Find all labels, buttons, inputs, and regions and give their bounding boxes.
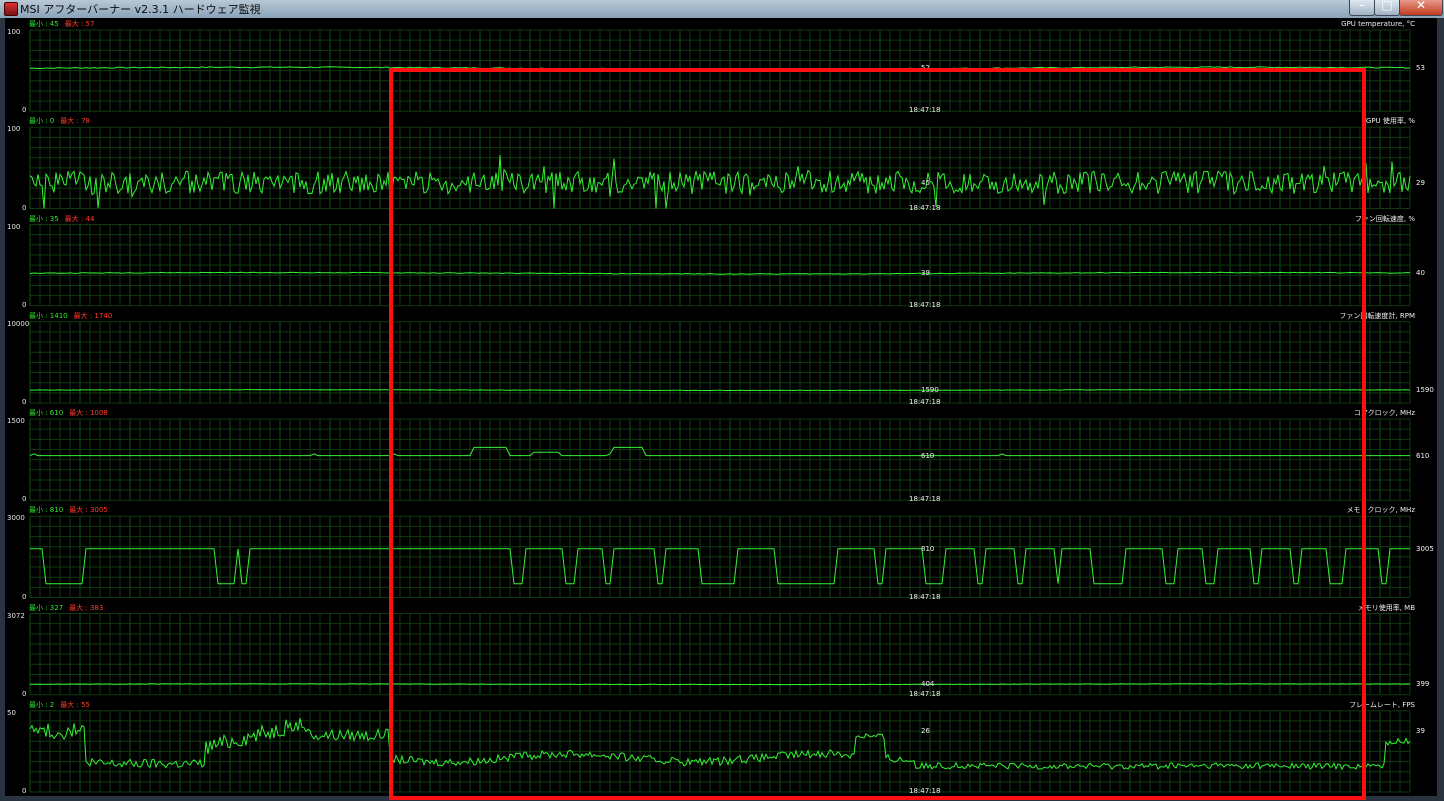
y-axis-max-label: 50 <box>7 708 16 717</box>
current-value-label: 1590 <box>1416 386 1434 395</box>
current-value-label: 39 <box>1416 727 1425 736</box>
min-max-label: 最小 : 810 最大 : 3005 <box>29 506 108 514</box>
y-axis-min-label: 0 <box>22 203 27 212</box>
min-max-label: 最小 : 45 最大 : 57 <box>29 20 94 28</box>
y-axis-max-label: 3072 <box>7 611 25 620</box>
min-max-label: 最小 : 1410 最大 : 1740 <box>29 312 112 320</box>
y-axis-max-label: 100 <box>7 222 21 231</box>
min-value: 最小 : 2 <box>29 700 55 709</box>
max-value: 最大 : 383 <box>69 603 104 612</box>
max-value: 最大 : 1008 <box>69 409 108 417</box>
maximize-icon: □ <box>1381 0 1393 12</box>
window-title: MSI アフターバーナー v2.3.1 ハードウェア監視 <box>20 3 261 16</box>
title-bar: MSI アフターバーナー v2.3.1 ハードウェア監視 – □ ✕ <box>0 0 1444 19</box>
y-axis-min-label: 0 <box>22 787 27 795</box>
app-icon <box>4 2 18 16</box>
minimize-icon: – <box>1359 0 1365 12</box>
min-max-label: 最小 : 610 最大 : 1008 <box>29 409 108 417</box>
min-value: 最小 : 0 <box>29 117 55 126</box>
y-axis-min-label: 0 <box>22 592 27 601</box>
graph-title: GPU 使用率, % <box>1365 117 1415 126</box>
selection-highlight-box <box>389 68 1366 800</box>
max-value: 最大 : 1740 <box>73 311 113 320</box>
min-max-label: 最小 : 327 最大 : 383 <box>29 604 103 612</box>
min-value: 最小 : 45 <box>29 20 59 28</box>
current-value-label: 53 <box>1416 64 1425 73</box>
max-value: 最大 : 44 <box>64 214 95 223</box>
y-axis-min-label: 0 <box>22 495 27 504</box>
max-value: 最大 : 3005 <box>69 506 108 515</box>
current-value-label: 610 <box>1416 451 1430 460</box>
max-value: 最大 : 55 <box>60 700 90 709</box>
max-value: 最大 : 78 <box>60 117 90 126</box>
graph-title: メモリ使用率, MB <box>1357 603 1415 612</box>
min-value: 最小 : 327 <box>29 603 64 612</box>
min-max-label: 最小 : 0 最大 : 78 <box>29 117 90 125</box>
y-axis-min-label: 0 <box>22 689 27 698</box>
max-value: 最大 : 57 <box>64 20 95 28</box>
y-axis-max-label: 10000 <box>7 319 30 328</box>
y-axis-max-label: 100 <box>7 28 21 36</box>
y-axis-min-label: 0 <box>22 106 27 115</box>
close-icon: ✕ <box>1415 0 1427 12</box>
min-value: 最小 : 810 <box>29 506 64 515</box>
current-value-label: 29 <box>1416 178 1425 187</box>
current-value-label: 3005 <box>1416 544 1434 553</box>
close-button[interactable]: ✕ <box>1399 0 1443 16</box>
y-axis-min-label: 0 <box>22 300 27 309</box>
min-value: 最小 : 35 <box>29 214 59 223</box>
graph-title: GPU temperature, °C <box>1341 20 1415 28</box>
y-axis-min-label: 0 <box>22 398 27 406</box>
y-axis-max-label: 3000 <box>7 514 25 523</box>
min-max-label: 最小 : 35 最大 : 44 <box>29 215 94 223</box>
min-value: 最小 : 610 <box>29 409 64 417</box>
current-value-label: 40 <box>1416 269 1425 278</box>
minimize-button[interactable]: – <box>1349 0 1375 16</box>
hardware-monitor-graph-area[interactable]: 最小 : 45 最大 : 57 100 0 GPU temperature, °C 53 5… <box>5 18 1437 800</box>
min-value: 最小 : 1410 <box>29 311 68 320</box>
maximize-button[interactable]: □ <box>1374 0 1400 16</box>
y-axis-max-label: 1500 <box>7 417 25 425</box>
current-value-label: 399 <box>1416 680 1430 689</box>
min-max-label: 最小 : 2 最大 : 55 <box>29 701 90 709</box>
window-frame-right <box>1437 18 1444 801</box>
y-axis-max-label: 100 <box>7 125 21 134</box>
